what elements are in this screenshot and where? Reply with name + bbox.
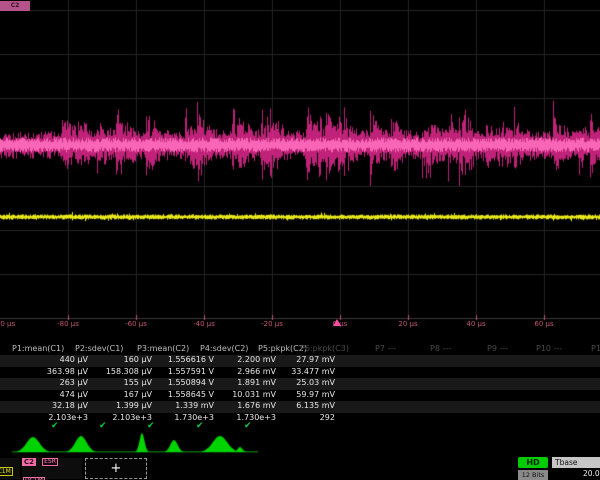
hd-bits-label: 12 Bits <box>518 470 548 480</box>
c1-descriptor-box[interactable]: DC1M 0 mV <box>0 458 20 479</box>
c1-coupling-badge: DC1M <box>0 467 13 476</box>
time-axis-tick-label: -40 µs <box>193 320 215 328</box>
c2-esr-badge: ESR <box>42 458 58 466</box>
c2-channel-badge: C2 <box>22 458 36 466</box>
c1-coupling-row: DC1M <box>0 458 20 477</box>
timebase-scale: 20.0 µs <box>583 469 600 478</box>
time-axis-tick-label: 40 µs <box>466 320 485 328</box>
time-axis-tick-label: 60 µs <box>534 320 553 328</box>
trigger-time-marker-icon <box>333 319 341 326</box>
hd-mode-badge[interactable]: HD <box>518 457 548 468</box>
timebase-descriptor-box[interactable]: Tbase <box>552 457 600 468</box>
c2-descriptor-box[interactable]: C2 ESR DC1M 10.0 mV <box>22 458 82 479</box>
time-axis-tick-label: -100 µs <box>0 320 15 328</box>
time-axis-tick-label: -80 µs <box>57 320 79 328</box>
active-trace-badge[interactable]: C2 <box>0 1 30 11</box>
c2-badge-row: C2 ESR DC1M <box>22 458 82 480</box>
time-axis-tick-label: 20 µs <box>398 320 417 328</box>
time-axis-tick-label: -20 µs <box>261 320 283 328</box>
oscilloscope-screen: C2 -100 µs-80 µs-60 µs-40 µs-20 µs0 µs20… <box>0 0 600 480</box>
add-trace-button[interactable]: + <box>85 458 147 479</box>
time-axis-tick-label: -60 µs <box>125 320 147 328</box>
waveform-display[interactable] <box>0 0 600 480</box>
c1-vertical-scale: 0 mV <box>0 477 20 479</box>
